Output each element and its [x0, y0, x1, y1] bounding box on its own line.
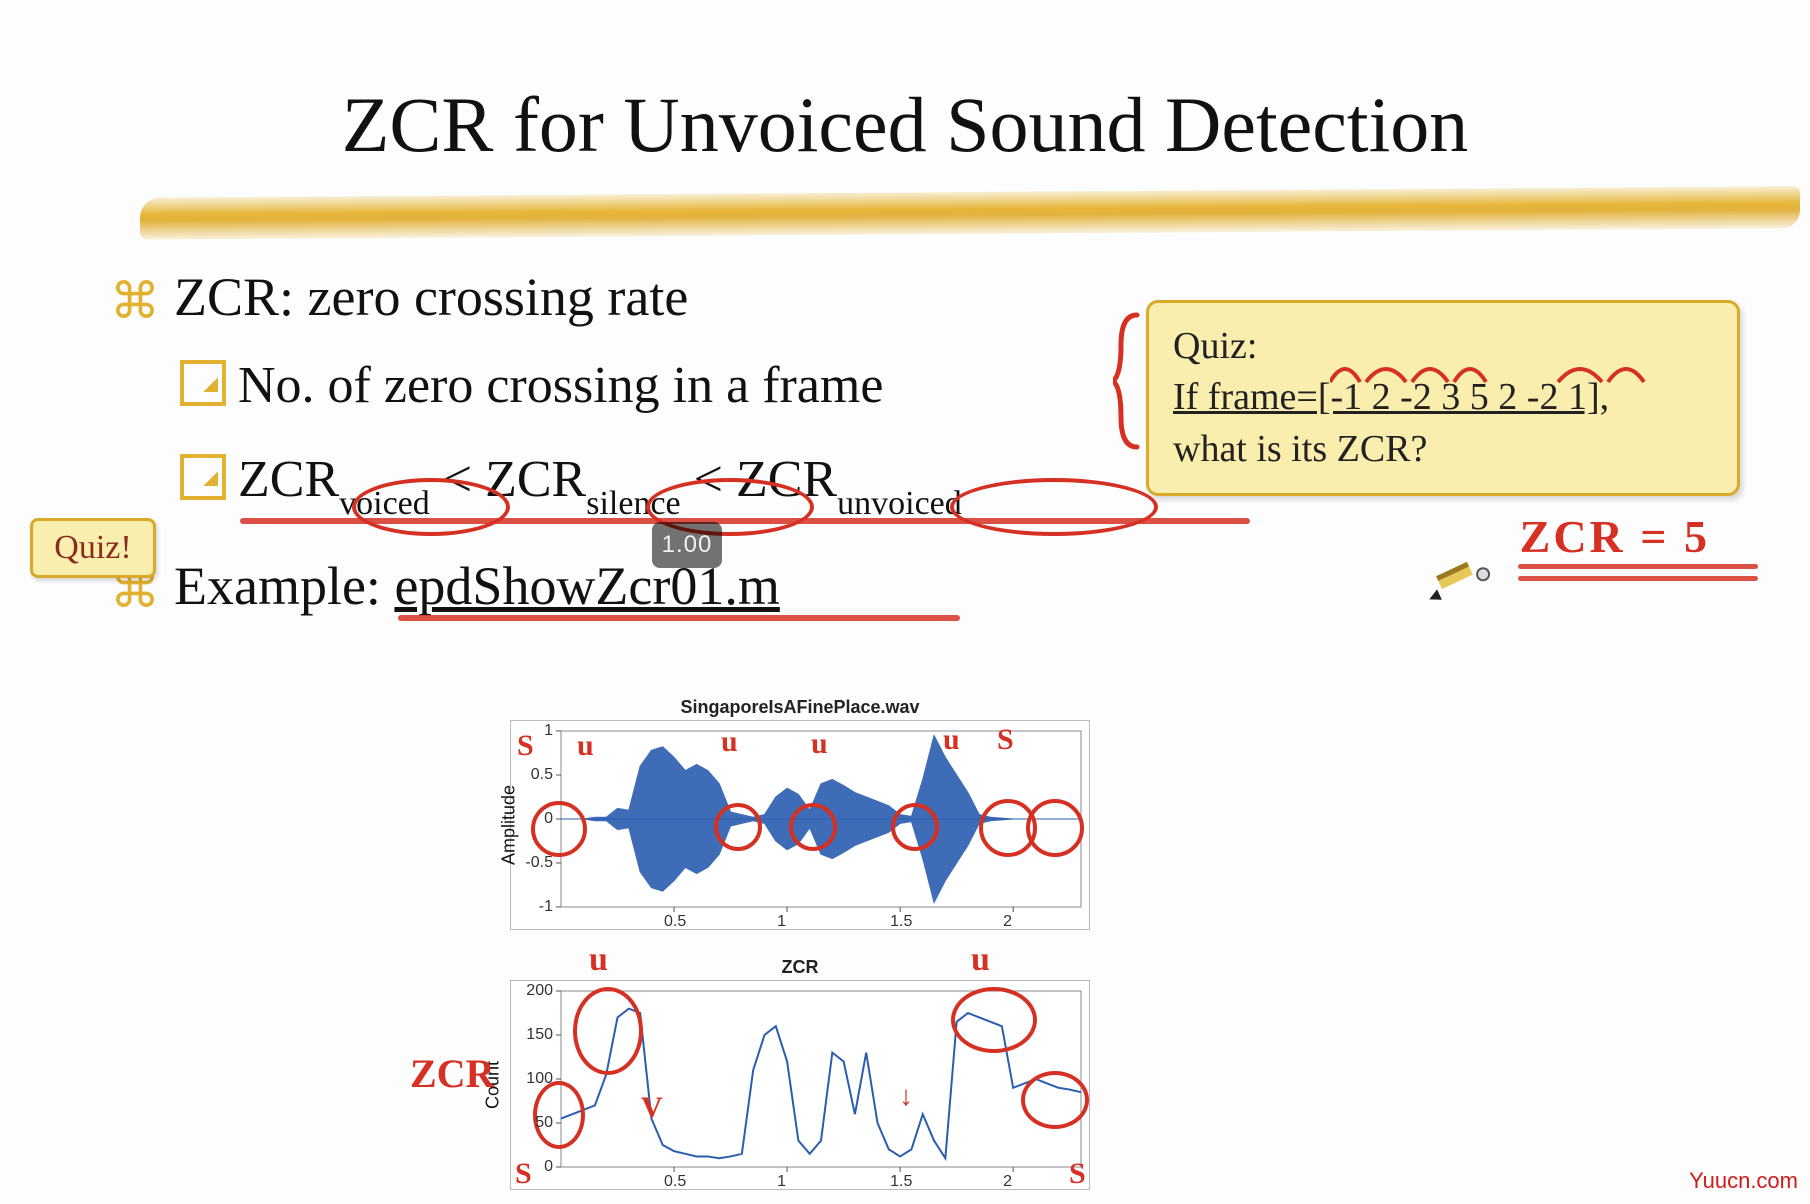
zcr-label-v: V [641, 1091, 663, 1125]
chart-waveform: SingaporeIsAFinePlace.wav Amplitude S u … [510, 720, 1090, 930]
zcr-label-arrow: ↓ [899, 1081, 913, 1113]
wave-red-circle-end2 [1026, 799, 1084, 857]
bullet-zcr-def-text: ZCR: zero crossing rate [174, 267, 688, 327]
wave-label-u2: u [721, 725, 738, 759]
wave-red-circle-gap3 [891, 803, 939, 851]
bullet-example-prefix: Example: [174, 556, 394, 616]
hand-zcr-answer-text: ZCR = 5 [1520, 511, 1710, 562]
chart-zcr: ZCR Count Time (sec) Play Wave u u V ↓ S… [510, 980, 1090, 1190]
bullet-icon: ⌘ [110, 266, 160, 336]
formula-zcr1: ZCR [238, 451, 339, 508]
red-underline-answer1 [1518, 564, 1758, 569]
zcr-label-s-right: S [1069, 1157, 1086, 1191]
wave-label-s-end: S [997, 723, 1014, 757]
chart-waveform-title: SingaporeIsAFinePlace.wav [511, 697, 1089, 718]
title-underline-brush [140, 186, 1800, 240]
red-underline-example [398, 615, 960, 621]
wave-label-u1: u [577, 729, 594, 763]
wave-red-circle-gap2 [789, 803, 837, 851]
example-file-link[interactable]: epdShowZcr01.m [394, 556, 779, 616]
zcr-red-circle-peak2 [951, 987, 1037, 1053]
quiz-line3: what is its ZCR? [1173, 424, 1713, 475]
slide-title: ZCR for Unvoiced Sound Detection [0, 80, 1810, 170]
quiz-box: Quiz: If frame=[-1 2 -2 3 5 2 -2 1], wha… [1146, 300, 1740, 496]
zcr-red-circle-peak1 [573, 987, 643, 1075]
quiz-arc-icons [1330, 354, 1690, 384]
red-underline-answer2 [1518, 576, 1758, 581]
slide: ZCR for Unvoiced Sound Detection ⌘ZCR: z… [0, 0, 1810, 1204]
hand-zcr-answer: ZCR = 5 [1520, 510, 1710, 563]
zcr-red-circle-end [1021, 1071, 1089, 1129]
quiz-button[interactable]: Quiz! [30, 518, 156, 578]
formula-sub3: unvoiced [837, 485, 962, 522]
zcr-label-u-right: u [971, 941, 990, 979]
watermark: Yuucn.com [1689, 1168, 1798, 1194]
zcr-label-u-left: u [589, 941, 608, 979]
subbullet-icon [180, 360, 226, 406]
wave-label-u4: u [943, 723, 960, 757]
wave-red-circle-gap1 [714, 803, 762, 851]
wave-label-u3: u [811, 727, 828, 761]
zcr-side-label: ZCR [410, 1050, 494, 1097]
subbullet-no-crossing-text: No. of zero crossing in a frame [238, 357, 883, 414]
quiz-brace-icon [1113, 311, 1141, 451]
red-circle-voiced [352, 478, 510, 536]
subbullet-icon [180, 454, 226, 500]
charts-area: SingaporeIsAFinePlace.wav Amplitude S u … [510, 720, 1110, 1204]
red-circle-unvoiced [950, 478, 1158, 536]
playback-speed-pill[interactable]: 1.00 [652, 522, 722, 568]
